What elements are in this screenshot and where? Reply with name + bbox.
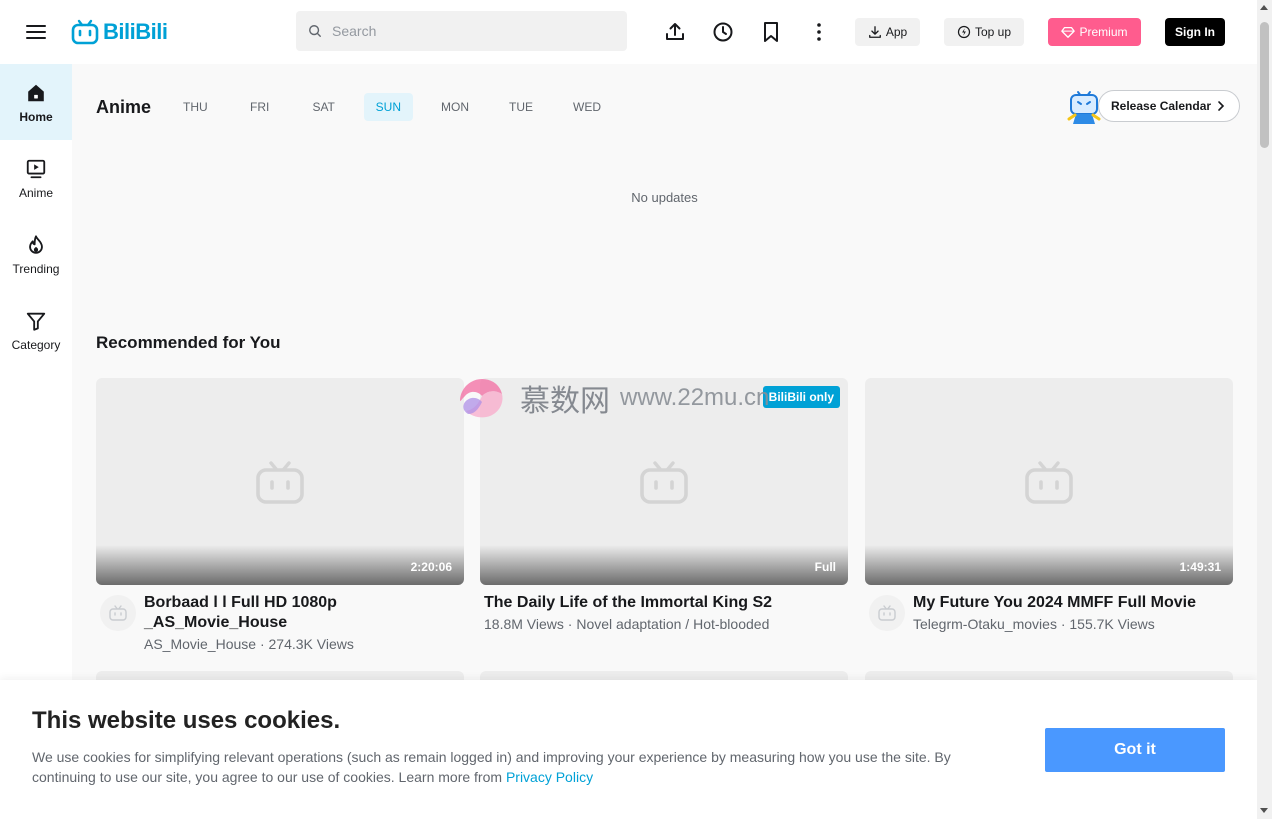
premium-button[interactable]: Premium	[1048, 18, 1141, 46]
bilibili-tv-icon	[71, 19, 99, 45]
anime-section-title: Anime	[96, 97, 152, 117]
watermark-url: www.22mu.cn	[620, 384, 770, 411]
video-info: Borbaad l l Full HD 1080p _AS_Movie_Hous…	[96, 593, 464, 653]
video-duration: 2:20:06	[410, 560, 452, 574]
watermark-logo-icon	[460, 379, 503, 418]
got-it-button[interactable]: Got it	[1045, 728, 1225, 772]
diamond-icon	[1061, 26, 1076, 38]
video-info: The Daily Life of the Immortal King S2 1…	[480, 593, 848, 653]
video-card[interactable]: 2:20:06 Borbaad l l Full HD 1080p _AS_Mo…	[96, 378, 464, 653]
tab-tue[interactable]: TUE	[497, 93, 545, 121]
placeholder-tv-icon	[256, 461, 304, 504]
upload-icon[interactable]	[663, 20, 687, 44]
avatar[interactable]	[869, 595, 905, 631]
premium-label: Premium	[1079, 25, 1128, 39]
scroll-thumb[interactable]	[1260, 22, 1269, 148]
cookie-title: This website uses cookies.	[32, 707, 341, 734]
video-meta: Telegrm-Otaku_movies · 155.7K Views	[913, 616, 1155, 632]
sidebar-item-label: Home	[19, 110, 53, 124]
release-calendar-label: Release Calendar	[1111, 99, 1212, 113]
search-input[interactable]	[330, 22, 614, 40]
app-label: App	[885, 25, 908, 39]
lightning-icon	[957, 25, 971, 39]
recommended-title: Recommended for You	[96, 333, 281, 352]
search-box[interactable]	[296, 11, 627, 51]
scroll-up-arrow-icon[interactable]	[1260, 5, 1268, 10]
more-icon[interactable]	[807, 20, 831, 44]
sidebar-item-label: Category	[11, 338, 61, 352]
placeholder-tv-icon	[1025, 461, 1073, 504]
sidebar-item-label: Anime	[18, 186, 53, 200]
video-duration: Full	[814, 560, 836, 574]
tab-sun[interactable]: SUN	[363, 93, 414, 121]
scroll-down-arrow-icon[interactable]	[1260, 808, 1268, 813]
search-icon	[309, 25, 321, 37]
download-icon	[868, 26, 881, 38]
placeholder-tv-icon	[640, 461, 688, 504]
cookie-text-block: We use cookies for simplifying relevant …	[32, 747, 992, 787]
no-updates-message: No updates	[631, 190, 698, 205]
tab-wed[interactable]: WED	[561, 93, 613, 121]
chevron-right-icon	[1218, 101, 1225, 111]
history-icon[interactable]	[711, 20, 735, 44]
page-scrollbar[interactable]	[1257, 0, 1272, 819]
cookie-text: We use cookies for simplifying relevant …	[32, 749, 951, 785]
video-thumbnail[interactable]: 1:49:31	[865, 378, 1233, 585]
filter-icon	[26, 312, 46, 331]
sidebar-item-category[interactable]: Category	[0, 292, 72, 368]
home-icon	[28, 84, 44, 102]
cookie-banner: This website uses cookies. We use cookie…	[0, 680, 1257, 819]
video-meta: 18.8M Views · Novel adaptation / Hot-blo…	[484, 616, 770, 632]
tab-thu[interactable]: THU	[171, 93, 220, 121]
bilibili-logo[interactable]: BiliBili	[71, 17, 168, 47]
topup-button[interactable]: Top up	[944, 18, 1024, 46]
topup-label: Top up	[974, 25, 1012, 39]
bookmark-icon[interactable]	[759, 20, 783, 44]
tab-sat[interactable]: SAT	[300, 93, 348, 121]
video-meta: AS_Movie_House · 274.3K Views	[144, 636, 354, 652]
privacy-policy-link[interactable]: Privacy Policy	[506, 769, 593, 785]
logo-text: BiliBili	[103, 19, 168, 44]
avatar-placeholder-icon	[109, 605, 127, 621]
watermark-text: 慕数网	[520, 385, 610, 418]
thumbnail-gradient	[96, 545, 464, 585]
tab-mon[interactable]: MON	[429, 93, 481, 121]
video-duration: 1:49:31	[1179, 560, 1221, 574]
day-tabs: THU FRI SAT SUN MON TUE WED	[171, 93, 629, 121]
video-thumbnail[interactable]: 2:20:06	[96, 378, 464, 585]
watermark: 慕数网 www.22mu.cn	[452, 373, 769, 423]
play-icon	[26, 159, 46, 179]
flame-icon	[29, 235, 43, 254]
video-title[interactable]: My Future You 2024 MMFF Full Movie	[913, 593, 1233, 613]
exclusive-badge: BiliBili only	[762, 386, 840, 408]
thumbnail-gradient	[865, 545, 1233, 585]
sign-in-button[interactable]: Sign In	[1165, 18, 1225, 46]
thumbnail-gradient	[480, 545, 848, 585]
video-title[interactable]: Borbaad l l Full HD 1080p _AS_Movie_Hous…	[144, 593, 464, 633]
tab-fri[interactable]: FRI	[236, 93, 284, 121]
sidebar-item-label: Trending	[12, 262, 60, 276]
top-header: BiliBili App Top up Premium Sign In	[0, 0, 1257, 64]
release-calendar-button[interactable]: Release Calendar	[1064, 86, 1241, 126]
video-info: My Future You 2024 MMFF Full Movie Teleg…	[865, 593, 1233, 653]
video-title[interactable]: The Daily Life of the Immortal King S2	[484, 593, 848, 613]
app-button[interactable]: App	[855, 18, 920, 46]
avatar[interactable]	[100, 595, 136, 631]
menu-icon[interactable]	[24, 20, 48, 44]
avatar-placeholder-icon	[878, 605, 896, 621]
sidebar-item-home[interactable]: Home	[0, 64, 72, 140]
sidebar-item-anime[interactable]: Anime	[0, 140, 72, 216]
sidebar-item-trending[interactable]: Trending	[0, 216, 72, 292]
release-calendar-bubble: Release Calendar	[1098, 90, 1241, 122]
video-card[interactable]: 1:49:31 My Future You 2024 MMFF Full Mov…	[865, 378, 1233, 653]
sign-in-label: Sign In	[1175, 25, 1215, 39]
